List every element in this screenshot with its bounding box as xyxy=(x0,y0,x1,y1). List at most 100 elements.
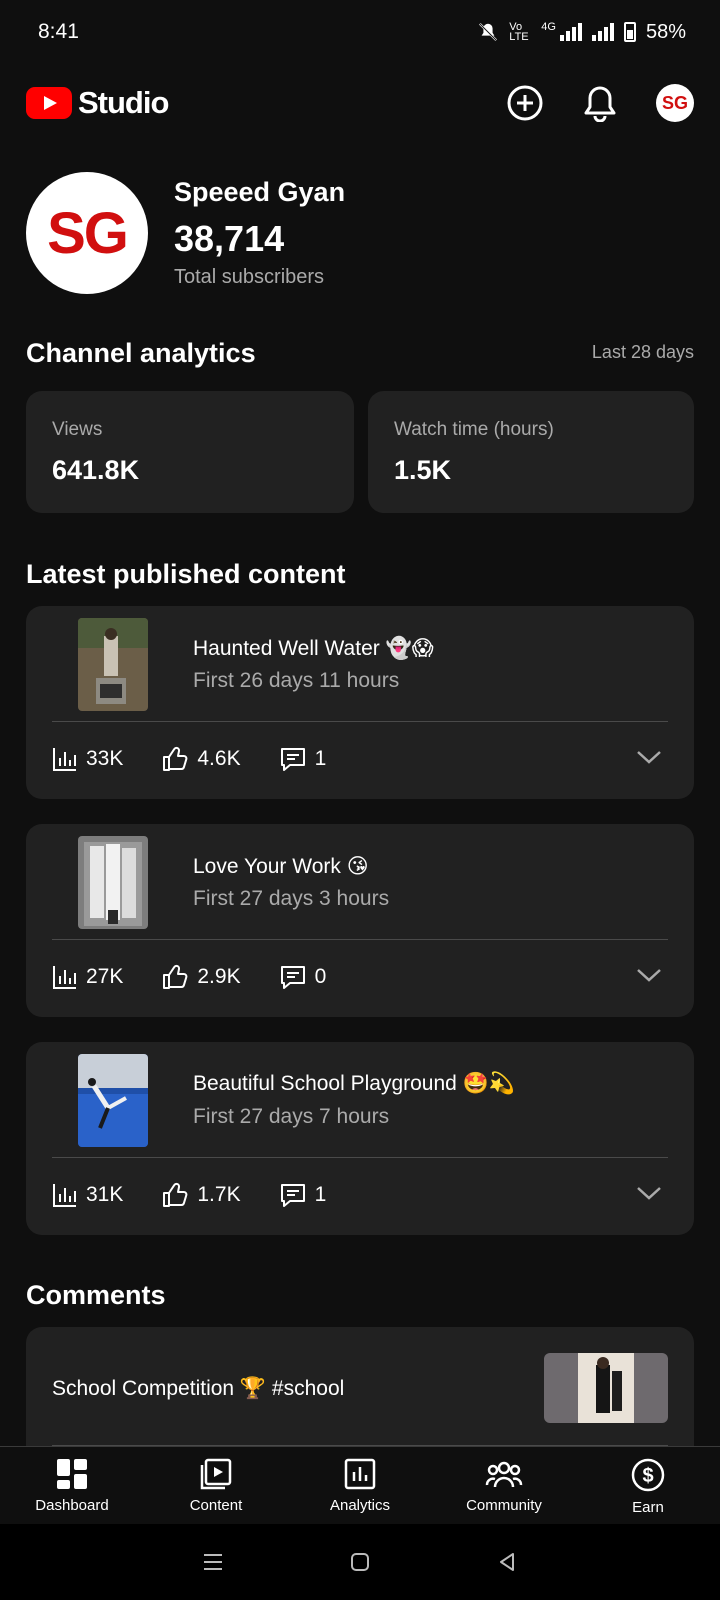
video-stats: 33K 4.6K 1 xyxy=(52,744,668,774)
divider xyxy=(52,721,668,722)
chevron-down-icon[interactable] xyxy=(636,1184,662,1202)
comments-stat: 0 xyxy=(279,963,327,991)
comment-video-thumbnail[interactable] xyxy=(544,1353,668,1423)
nav-earn[interactable]: $ Earn xyxy=(576,1447,720,1524)
account-avatar[interactable]: SG xyxy=(656,84,694,122)
analytics-period: Last 28 days xyxy=(591,342,694,362)
thumbs-up-icon xyxy=(163,1182,188,1207)
likes-count: 2.9K xyxy=(197,965,241,988)
svg-text:$: $ xyxy=(642,1465,653,1487)
bar-chart-icon xyxy=(53,966,76,989)
nav-analytics[interactable]: Analytics xyxy=(288,1447,432,1524)
video-title: Beautiful School Playground 🤩💫 xyxy=(193,1072,515,1095)
comments-stat: 1 xyxy=(279,745,326,773)
app-bar: Studio SG xyxy=(0,78,720,128)
youtube-studio-logo[interactable]: Studio xyxy=(26,85,169,121)
home-icon[interactable] xyxy=(349,1551,371,1573)
likes-stat: 4.6K xyxy=(161,745,241,773)
status-time: 8:41 xyxy=(38,20,79,43)
youtube-logo-icon xyxy=(26,87,72,119)
back-icon[interactable] xyxy=(496,1551,518,1573)
signal-icon-2 xyxy=(591,23,614,41)
content-icon xyxy=(200,1458,232,1490)
video-card[interactable]: Love Your Work 😘 First 27 days 3 hours 2… xyxy=(26,824,694,1017)
nav-label: Dashboard xyxy=(35,1497,109,1514)
watch-time-value: 1.5K xyxy=(394,455,452,485)
views-card[interactable]: Views 641.8K xyxy=(26,391,354,513)
latest-content-title: Latest published content xyxy=(26,559,346,589)
volte-icon: Vo LTE xyxy=(509,21,529,43)
video-title: Love Your Work 😘 xyxy=(193,855,369,878)
comments-count: 1 xyxy=(314,1183,327,1206)
signal-icon xyxy=(559,23,582,41)
channel-avatar[interactable]: SG xyxy=(26,172,148,294)
video-stats: 31K 1.7K 1 xyxy=(52,1180,668,1210)
comment-icon xyxy=(280,748,305,771)
video-thumbnail[interactable] xyxy=(78,618,148,711)
views-count: 31K xyxy=(86,1183,124,1206)
views-stat: 27K xyxy=(52,964,123,990)
bar-chart-icon xyxy=(53,1184,76,1207)
dashboard-icon xyxy=(57,1459,87,1489)
divider xyxy=(52,1157,668,1158)
comment-video-title: School Competition 🏆 #school xyxy=(52,1377,345,1400)
thumbs-up-icon xyxy=(163,746,188,771)
video-thumbnail[interactable] xyxy=(78,836,148,929)
status-bar: 8:41 Vo LTE 4G 58% xyxy=(0,0,720,64)
system-navigation-bar xyxy=(0,1524,720,1600)
bottom-navigation: Dashboard Content Analytics Community $ … xyxy=(0,1446,720,1524)
nav-content[interactable]: Content xyxy=(144,1447,288,1524)
video-card[interactable]: Beautiful School Playground 🤩💫 First 27 … xyxy=(26,1042,694,1235)
comment-icon xyxy=(280,966,305,989)
video-thumbnail[interactable] xyxy=(78,1054,148,1147)
subscriber-label: Total subscribers xyxy=(174,266,325,288)
app-bar-actions: SG xyxy=(506,84,694,122)
views-stat: 33K xyxy=(52,746,123,772)
nav-label: Analytics xyxy=(329,1497,391,1514)
recents-menu-icon[interactable] xyxy=(202,1552,224,1572)
likes-stat: 1.7K xyxy=(161,1181,241,1209)
divider xyxy=(52,939,668,940)
community-icon xyxy=(485,1461,523,1488)
analytics-title: Channel analytics xyxy=(26,338,256,368)
likes-stat: 2.9K xyxy=(161,963,241,991)
nav-label: Community xyxy=(466,1497,542,1514)
video-title: Haunted Well Water 👻😱 xyxy=(193,637,434,660)
views-count: 33K xyxy=(86,747,124,770)
views-label: Views xyxy=(52,419,103,440)
battery-percent: 58% xyxy=(645,20,686,43)
comments-title: Comments xyxy=(26,1280,166,1310)
logo-text: Studio xyxy=(78,85,169,120)
video-card[interactable]: Haunted Well Water 👻😱 First 26 days 11 h… xyxy=(26,606,694,799)
comment-icon xyxy=(280,1184,305,1207)
chevron-down-icon[interactable] xyxy=(636,748,662,766)
video-subtitle: First 27 days 3 hours xyxy=(193,887,390,910)
views-value: 641.8K xyxy=(52,455,140,485)
nav-community[interactable]: Community xyxy=(432,1447,576,1524)
status-icons: Vo LTE 4G 58% xyxy=(477,21,686,44)
notifications-bell-icon[interactable] xyxy=(582,84,618,122)
nav-label: Earn xyxy=(632,1499,664,1516)
battery-icon xyxy=(623,22,636,42)
likes-count: 1.7K xyxy=(197,1183,241,1206)
nav-label: Content xyxy=(189,1497,243,1514)
analytics-icon xyxy=(344,1458,376,1490)
network-type: 4G xyxy=(541,20,556,33)
watch-time-card[interactable]: Watch time (hours) 1.5K xyxy=(368,391,694,513)
watch-time-label: Watch time (hours) xyxy=(394,419,554,440)
likes-count: 4.6K xyxy=(197,747,241,770)
video-subtitle: First 26 days 11 hours xyxy=(193,669,400,692)
views-count: 27K xyxy=(86,965,124,988)
video-subtitle: First 27 days 7 hours xyxy=(193,1105,390,1128)
channel-name: Speeed Gyan xyxy=(174,177,346,207)
video-stats: 27K 2.9K 0 xyxy=(52,962,668,992)
nav-dashboard[interactable]: Dashboard xyxy=(0,1447,144,1524)
mute-icon xyxy=(479,22,498,42)
subscriber-count: 38,714 xyxy=(174,218,285,259)
create-icon[interactable] xyxy=(506,84,544,122)
channel-header: SG Speeed Gyan 38,714 Total subscribers xyxy=(26,172,345,294)
chevron-down-icon[interactable] xyxy=(636,966,662,984)
bar-chart-icon xyxy=(53,748,76,771)
comments-count: 0 xyxy=(314,965,327,988)
thumbs-up-icon xyxy=(163,964,188,989)
